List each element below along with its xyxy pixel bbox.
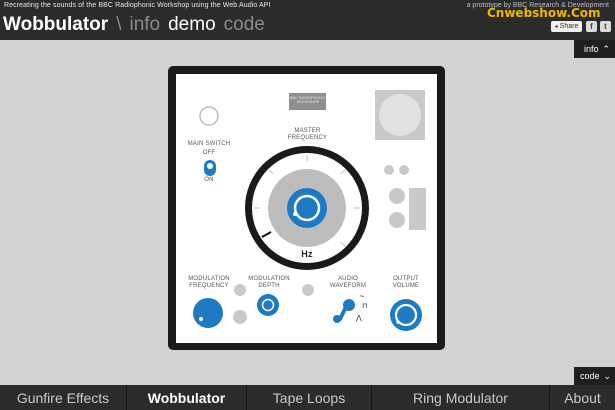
bottom-tab-wobbulator[interactable]: Wobbulator	[127, 385, 247, 410]
master-frequency-knob[interactable]	[287, 188, 327, 228]
small-button-left[interactable]	[384, 165, 394, 175]
speaker-cone	[379, 94, 421, 136]
modulation-frequency-label: MODULATION FREQUENCY	[188, 276, 230, 289]
device-controls	[193, 90, 426, 331]
waveform-square-icon[interactable]: ⊓	[359, 303, 371, 310]
chevron-down-icon: ⌄	[603, 370, 612, 381]
depth-lamp	[302, 284, 314, 296]
main-switch-label: MAIN SWITCH	[187, 141, 231, 147]
audio-waveform-label: AUDIO WAVEFORM	[329, 276, 367, 289]
main-switch-off-label: OFF	[202, 150, 216, 156]
master-frequency-knob-indicator	[293, 212, 297, 216]
main-switch-on-label: ON	[204, 177, 214, 183]
aux-slider[interactable]	[409, 188, 426, 230]
output-volume-label: OUTPUT VOLUME	[392, 276, 420, 289]
frequency-unit-label: Hz	[301, 249, 313, 259]
master-frequency-label: MASTER FREQUENCY	[287, 128, 328, 141]
modulation-frequency-indicator	[199, 317, 203, 321]
aux-knob-upper[interactable]	[389, 188, 405, 204]
code-toggle-tab[interactable]: code ⌄	[574, 367, 615, 385]
plate-text: BBC RADIOPHONIC WORKSHOP	[290, 96, 326, 104]
waveform-triangle-icon[interactable]: ⋀	[353, 315, 365, 322]
modulation-frequency-knob[interactable]	[193, 298, 223, 328]
output-volume-knob[interactable]	[390, 299, 422, 331]
bottom-tab-about[interactable]: About	[550, 385, 615, 410]
main-switch-thumb	[207, 163, 213, 169]
audio-waveform-selector[interactable]	[333, 299, 355, 323]
modulation-depth-label: MODULATION DEPTH	[248, 276, 290, 289]
bottom-tab-ring-modulator[interactable]: Ring Modulator	[372, 385, 550, 410]
output-volume-indicator	[396, 320, 400, 324]
power-lamp	[199, 106, 219, 126]
aux-knob-lower[interactable]	[389, 212, 405, 228]
waveform-sine-icon[interactable]: ~	[356, 293, 368, 301]
bottom-tab-gunfire-effects[interactable]: Gunfire Effects	[0, 385, 127, 410]
modulation-depth-knob[interactable]	[257, 294, 279, 316]
bottom-nav: Gunfire Effects Wobbulator Tape Loops Ri…	[0, 385, 615, 410]
modulation-lamp-lower	[233, 310, 247, 324]
code-tab-label: code	[580, 371, 600, 381]
bottom-tab-tape-loops[interactable]: Tape Loops	[247, 385, 372, 410]
small-button-right[interactable]	[399, 165, 409, 175]
